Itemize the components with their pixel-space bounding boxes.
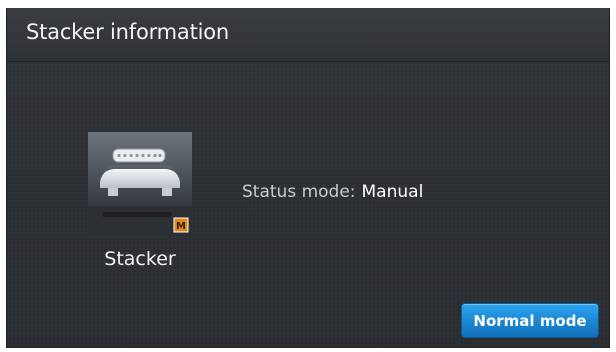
status-mode-value: Manual (361, 182, 424, 202)
status-mode-row: Status mode: Manual (242, 182, 423, 202)
title-bar: Stacker information (7, 8, 609, 62)
device-label: Stacker (104, 248, 176, 270)
stacker-information-screen: Stacker information M Stacker Status mod… (6, 8, 610, 348)
normal-mode-button[interactable]: Normal mode (461, 303, 599, 338)
svg-text:M: M (176, 221, 186, 232)
stacker-device-tile: M (88, 132, 192, 236)
stacker-icon: M (88, 132, 192, 236)
status-mode-label: Status mode: (242, 182, 356, 202)
page-title: Stacker information (26, 20, 230, 44)
manual-mode-badge: M (173, 217, 189, 233)
